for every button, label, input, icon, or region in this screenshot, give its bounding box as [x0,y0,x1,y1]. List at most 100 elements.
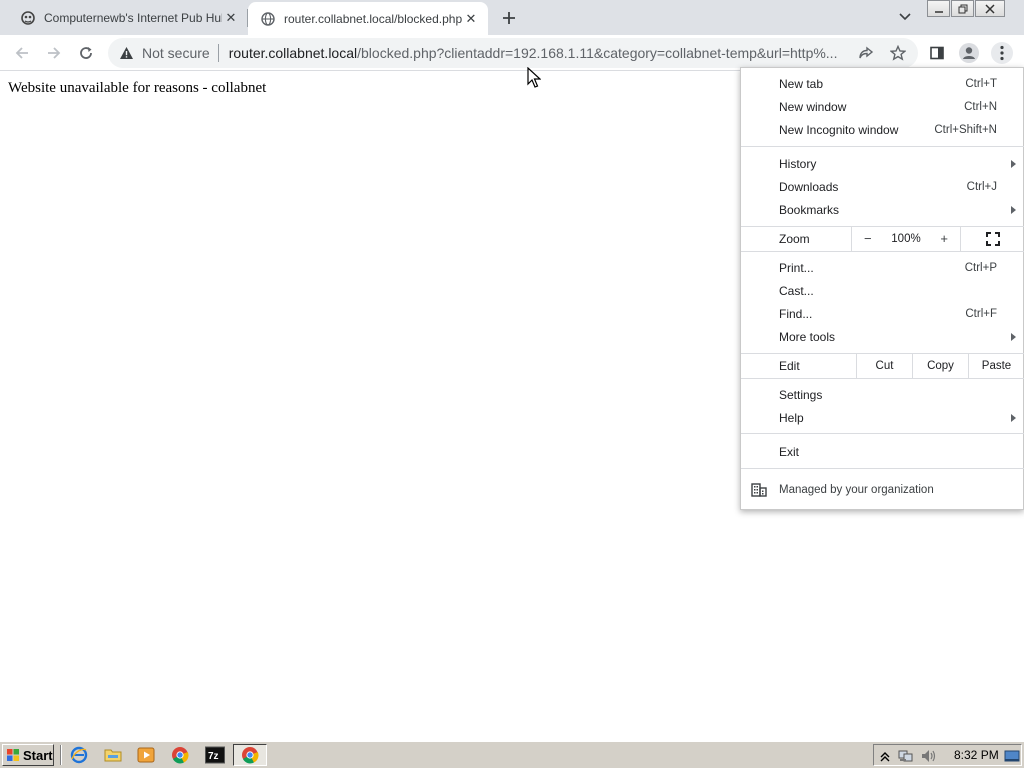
menu-item-shortcut: Ctrl+P [964,261,997,274]
volume-icon[interactable] [920,748,936,764]
system-tray: 8:32 PM [873,744,1022,766]
zoom-in-button[interactable]: + [940,231,948,246]
mouse-cursor-icon [527,67,541,88]
managed-by-organization[interactable]: Managed by your organization [741,478,1024,502]
zoom-label: Zoom [779,232,810,246]
more-vert-icon [991,42,1013,64]
edit-label: Edit [779,359,800,373]
menu-item-find[interactable]: Find... Ctrl+F [741,302,1024,325]
warning-icon[interactable] [118,45,134,61]
menu-item-history[interactable]: History [741,152,1024,175]
svg-text:7z: 7z [208,751,219,762]
url-host: router.collabnet.local [228,45,358,61]
zoom-controls: − 100% + [851,226,961,251]
profile-icon[interactable] [957,41,981,65]
fullscreen-icon [986,231,1000,246]
media-player-icon[interactable] [137,746,155,764]
menu-item-more-tools[interactable]: More tools [741,325,1024,348]
url-text[interactable]: router.collabnet.local/blocked.php?clien… [229,45,849,61]
zoom-out-button[interactable]: − [864,231,872,246]
zoom-level: 100% [891,232,921,245]
forward-arrow-icon [48,47,61,59]
internet-explorer-icon[interactable] [70,746,88,764]
menu-separator [741,378,1024,379]
menu-item-new-tab[interactable]: New tab Ctrl+T [741,72,1024,95]
show-desktop-icon[interactable] [1004,748,1020,764]
taskbar: Start 7z 8:32 PM [0,740,1024,768]
menu-item-label: New tab [779,76,824,91]
address-bar[interactable]: Not secure router.collabnet.local/blocke… [108,38,918,68]
menu-zoom-row: Zoom − 100% + [741,226,1024,251]
menu-item-new-window[interactable]: New window Ctrl+N [741,95,1024,118]
minimize-button[interactable] [927,0,950,17]
taskbar-chrome-window[interactable] [233,744,267,766]
side-panel-icon[interactable] [925,41,949,65]
tab-title: router.collabnet.local/blocked.php?c [284,11,462,26]
close-icon[interactable]: ✕ [222,9,240,27]
menu-item-shortcut: Ctrl+F [965,307,997,320]
menu-item-downloads[interactable]: Downloads Ctrl+J [741,175,1024,198]
submenu-arrow-icon [1011,413,1016,422]
menu-item-label: Bookmarks [779,202,840,217]
menu-item-new-incognito-window[interactable]: New Incognito window Ctrl+Shift+N [741,118,1024,141]
menu-item-label: New window [779,99,847,114]
menu-item-shortcut: Ctrl+J [966,180,997,193]
menu-item-label: Exit [779,444,800,459]
window-controls [927,0,1005,17]
forward-button[interactable] [40,39,68,67]
tab-search-icon[interactable] [895,7,915,27]
restore-button[interactable] [951,0,974,17]
submenu-arrow-icon [1011,159,1016,168]
menu-separator [741,468,1024,469]
menu-separator [741,146,1024,147]
submenu-arrow-icon [1011,332,1016,341]
reload-button[interactable] [72,39,100,67]
bookmark-star-icon[interactable] [889,44,907,62]
blocked-message: Website unavailable for reasons - collab… [8,80,267,96]
system-clock[interactable]: 8:32 PM [954,748,999,762]
globe-icon [260,11,276,27]
chrome-icon[interactable] [171,746,189,764]
menu-item-label: History [779,156,817,171]
close-icon[interactable]: ✕ [462,10,480,28]
menu-item-shortcut: Ctrl+Shift+N [934,123,997,136]
copy-button[interactable]: Copy [912,353,968,378]
paste-button[interactable]: Paste [968,353,1024,378]
menu-item-cast[interactable]: Cast... [741,279,1024,302]
network-icon[interactable] [898,748,914,764]
menu-separator [741,433,1024,434]
url-path: /blocked.php?clientaddr=192.168.1.11&cat… [357,45,838,61]
submenu-arrow-icon [1011,205,1016,214]
browser-toolbar: Not secure router.collabnet.local/blocke… [0,35,1024,71]
seven-zip-icon[interactable]: 7z [205,746,225,764]
menu-item-help[interactable]: Help [741,406,1024,429]
menu-item-bookmarks[interactable]: Bookmarks [741,198,1024,221]
menu-item-print[interactable]: Print... Ctrl+P [741,256,1024,279]
chrome-menu-button[interactable] [990,41,1014,65]
menu-item-label: Help [779,410,804,425]
menu-item-label: Cast... [779,283,814,298]
window-close-button[interactable] [975,0,1005,17]
back-button[interactable] [8,39,36,67]
folder-icon[interactable] [104,746,122,764]
back-arrow-icon [15,47,28,59]
share-icon[interactable] [857,44,875,62]
tab-title: Computernewb's Internet Pub Hub [44,10,222,25]
omnibox-divider [217,44,219,62]
cut-button[interactable]: Cut [856,353,912,378]
menu-separator [741,251,1024,252]
start-button[interactable]: Start [2,744,54,766]
menu-item-label: New Incognito window [779,122,899,137]
fullscreen-button[interactable] [961,226,1024,251]
chrome-icon [242,747,259,764]
menu-item-exit[interactable]: Exit [741,440,1024,463]
tab-computernewb[interactable]: Computernewb's Internet Pub Hub ✕ [0,0,248,35]
building-icon [751,483,767,497]
security-label[interactable]: Not secure [142,45,210,61]
menu-item-label: Settings [779,387,823,402]
menu-item-settings[interactable]: Settings [741,383,1024,406]
tab-blocked-page[interactable]: router.collabnet.local/blocked.php?c ✕ [248,2,488,35]
chrome-main-menu: New tab Ctrl+T New window Ctrl+N New Inc… [740,67,1024,510]
show-hidden-icons-icon[interactable] [877,748,893,764]
new-tab-button[interactable] [497,6,521,30]
